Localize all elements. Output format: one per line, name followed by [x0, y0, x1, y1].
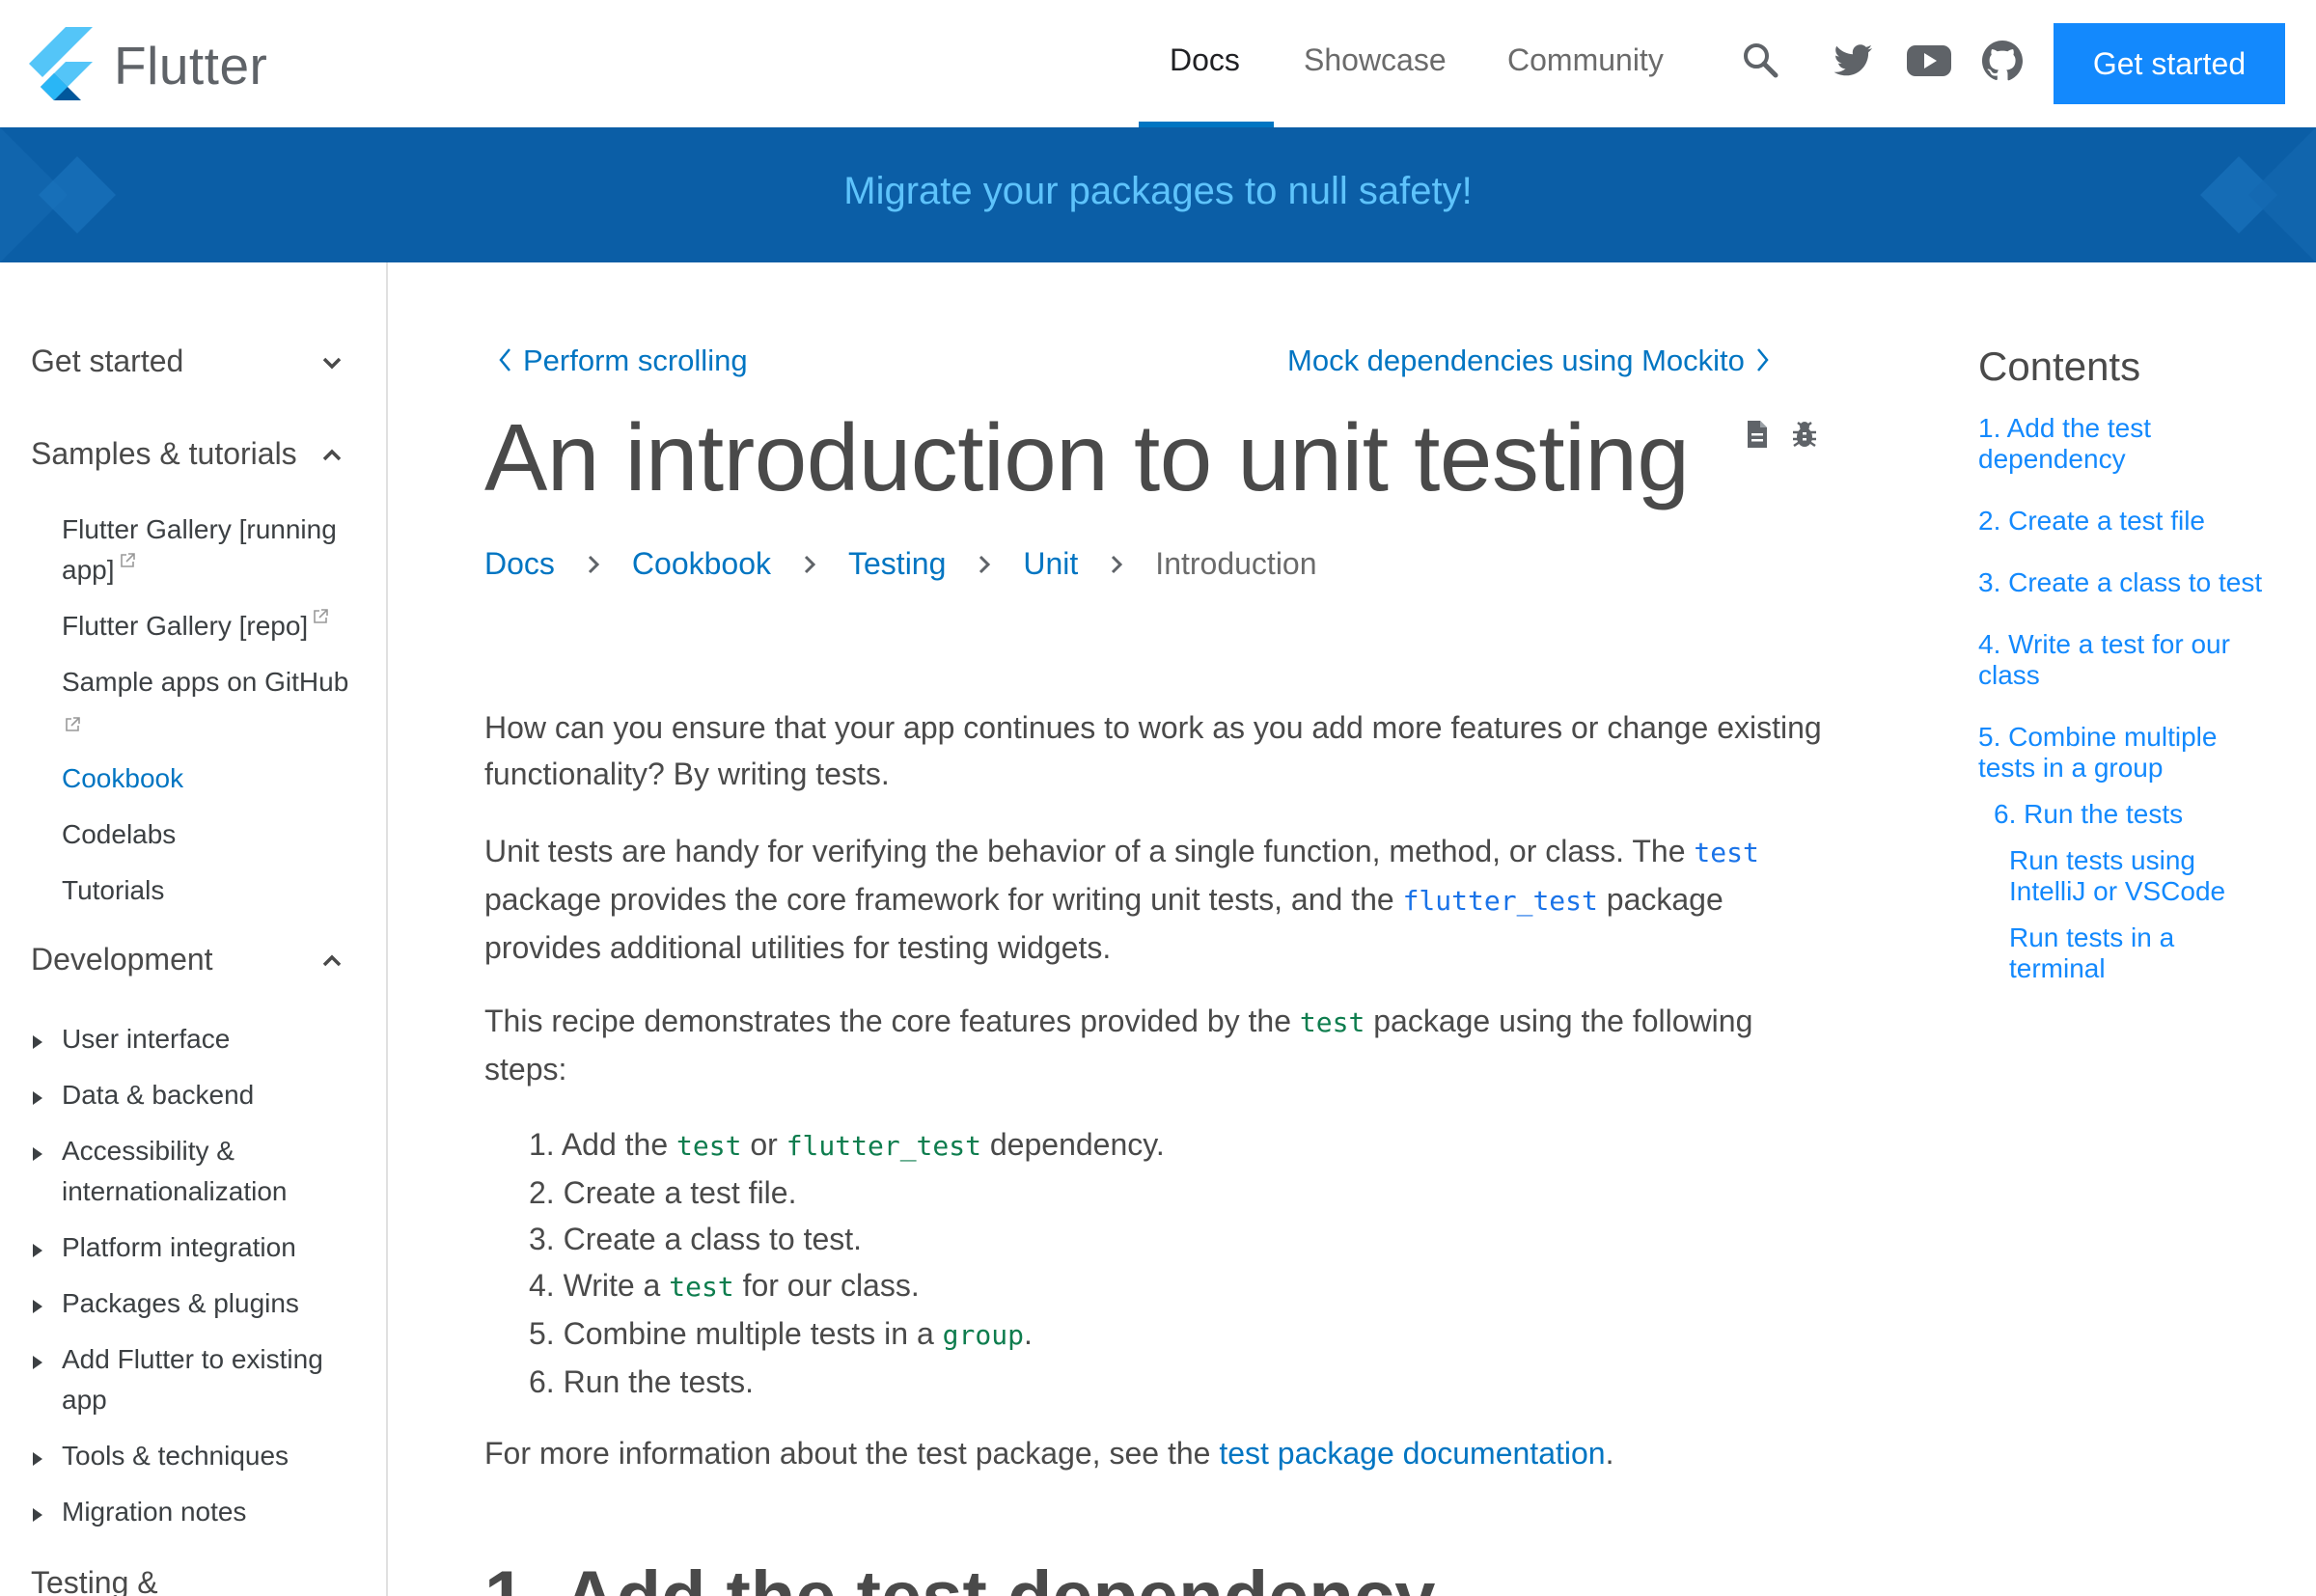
- toc-item-write-test[interactable]: 4. Write a test for our class: [1978, 629, 2268, 691]
- external-link-icon: [314, 608, 329, 623]
- sidebar-item-platform-integration[interactable]: Platform integration: [62, 1227, 361, 1268]
- code-flutter-test-link[interactable]: flutter_test: [1403, 885, 1598, 917]
- list-item: 5. Combine multiple tests in a group.: [529, 1316, 1033, 1351]
- code-test-link[interactable]: test: [1694, 837, 1758, 868]
- inline-code: group: [942, 1319, 1024, 1351]
- flutter-logo-icon[interactable]: [29, 27, 93, 100]
- sidebar-item-flutter-gallery-app[interactable]: Flutter Gallery [running app]: [62, 509, 361, 591]
- sidebar-item-tutorials[interactable]: Tutorials: [62, 870, 361, 911]
- sidebar-item-flutter-gallery-repo[interactable]: Flutter Gallery [repo]: [62, 606, 361, 647]
- sidebar-item-packages-plugins[interactable]: Packages & plugins: [62, 1283, 361, 1324]
- chevron-up-icon[interactable]: [318, 442, 345, 469]
- sidebar-item-migration-notes[interactable]: Migration notes: [62, 1492, 361, 1532]
- view-source-icon[interactable]: [1745, 419, 1770, 450]
- announcement-banner[interactable]: Migrate your packages to null safety!: [0, 127, 2316, 262]
- toc-item-create-class[interactable]: 3. Create a class to test: [1978, 567, 2268, 598]
- chevron-down-icon[interactable]: [318, 349, 345, 376]
- expand-arrow-icon[interactable]: [31, 1354, 44, 1371]
- chevron-right-icon: [1112, 555, 1123, 573]
- nav-docs[interactable]: Docs: [1170, 42, 1240, 78]
- chevron-right-icon: [804, 555, 816, 573]
- report-bug-icon[interactable]: [1789, 419, 1820, 450]
- expand-arrow-icon[interactable]: [31, 1298, 44, 1315]
- inline-code: flutter_test: [786, 1130, 981, 1162]
- chevron-left-icon: [499, 348, 510, 371]
- external-link-icon: [66, 716, 80, 731]
- sidebar-item-data-backend[interactable]: Data & backend: [62, 1075, 361, 1115]
- youtube-icon[interactable]: [1905, 37, 1953, 85]
- chevron-right-icon: [1756, 348, 1769, 371]
- github-icon[interactable]: [1978, 37, 2026, 85]
- sidebar-section-samples[interactable]: Samples & tutorials: [31, 436, 297, 472]
- steps-list: 1. Add the test or flutter_test dependen…: [529, 1121, 1165, 1405]
- breadcrumb-testing[interactable]: Testing: [848, 546, 946, 582]
- toc-item-create-test-file[interactable]: 2. Create a test file: [1978, 506, 2268, 537]
- list-item: 4. Write a test for our class.: [529, 1268, 920, 1303]
- page-actions: [1745, 419, 1820, 454]
- breadcrumb-cookbook[interactable]: Cookbook: [632, 546, 771, 582]
- breadcrumb-docs[interactable]: Docs: [484, 546, 555, 582]
- sidebar-item-codelabs[interactable]: Codelabs: [62, 814, 361, 855]
- inline-code: test: [1299, 1006, 1365, 1038]
- twitter-icon[interactable]: [1830, 37, 1878, 85]
- get-started-button[interactable]: Get started: [2054, 23, 2285, 104]
- sidebar-section-testing[interactable]: Testing &: [31, 1565, 158, 1596]
- sidebar-nav: Get started Samples & tutorials Flutter …: [0, 262, 388, 1596]
- list-item: 3. Create a class to test.: [529, 1222, 863, 1256]
- next-page-link[interactable]: Mock dependencies using Mockito: [1287, 344, 1772, 378]
- sidebar-item-user-interface[interactable]: User interface: [62, 1019, 361, 1059]
- breadcrumb-current: Introduction: [1155, 546, 1317, 581]
- sidebar-item-accessibility[interactable]: Accessibility & internationalization: [62, 1131, 361, 1212]
- sidebar-item-sample-apps-github[interactable]: Sample apps on GitHub: [62, 662, 361, 743]
- toc-title: Contents: [1978, 344, 2141, 389]
- sidebar-item-tools-techniques[interactable]: Tools & techniques: [62, 1436, 361, 1476]
- list-item: 1. Add the test or flutter_test dependen…: [529, 1127, 1165, 1162]
- expand-arrow-icon[interactable]: [31, 1506, 44, 1524]
- breadcrumb-unit[interactable]: Unit: [1023, 546, 1078, 582]
- external-link-icon: [120, 552, 135, 567]
- expand-arrow-icon[interactable]: [31, 1242, 44, 1259]
- prev-page-link[interactable]: Perform scrolling: [496, 344, 748, 378]
- inline-code: test: [676, 1130, 742, 1162]
- breadcrumb: Docs Cookbook Testing Unit Introduction: [484, 546, 1317, 582]
- list-item: 6. Run the tests.: [529, 1364, 755, 1399]
- site-header: Flutter Docs Showcase Community Get star…: [0, 0, 2316, 127]
- sidebar-item-add-to-app[interactable]: Add Flutter to existing app: [62, 1339, 361, 1420]
- inline-code: test: [669, 1271, 734, 1303]
- expand-arrow-icon[interactable]: [31, 1089, 44, 1107]
- more-info-paragraph: For more information about the test pack…: [484, 1436, 1614, 1471]
- toc-item-run-terminal[interactable]: Run tests in a terminal: [2009, 922, 2202, 984]
- section-heading: 1. Add the test dependency: [484, 1555, 1435, 1596]
- recipe-paragraph: This recipe demonstrates the core featur…: [484, 1004, 1753, 1087]
- page-title: An introduction to unit testing: [484, 404, 1690, 510]
- sidebar-item-cookbook[interactable]: Cookbook: [62, 758, 361, 799]
- list-item: 2. Create a test file.: [529, 1175, 797, 1210]
- toc-item-run-tests[interactable]: 6. Run the tests: [1994, 799, 2283, 830]
- toc-item-add-dependency[interactable]: 1. Add the test dependency: [1978, 413, 2268, 475]
- intro-paragraph: How can you ensure that your app continu…: [484, 710, 1822, 791]
- expand-arrow-icon[interactable]: [31, 1450, 44, 1468]
- unit-tests-paragraph: Unit tests are handy for verifying the b…: [484, 834, 1759, 965]
- test-package-docs-link[interactable]: test package documentation: [1219, 1436, 1605, 1471]
- banner-text[interactable]: Migrate your packages to null safety!: [0, 170, 2316, 213]
- chevron-right-icon: [588, 555, 600, 573]
- logo-text[interactable]: Flutter: [114, 35, 267, 96]
- nav-showcase[interactable]: Showcase: [1304, 42, 1447, 78]
- toc-item-run-ide[interactable]: Run tests using IntelliJ or VSCode: [2009, 845, 2260, 907]
- sidebar-section-development[interactable]: Development: [31, 942, 213, 977]
- toc-item-combine-tests[interactable]: 5. Combine multiple tests in a group: [1978, 722, 2268, 784]
- expand-arrow-icon[interactable]: [31, 1033, 44, 1051]
- sidebar-section-get-started[interactable]: Get started: [31, 344, 183, 379]
- nav-community[interactable]: Community: [1507, 42, 1664, 78]
- expand-arrow-icon[interactable]: [31, 1145, 44, 1163]
- chevron-up-icon[interactable]: [318, 948, 345, 975]
- search-icon[interactable]: [1737, 37, 1785, 85]
- chevron-right-icon: [979, 555, 991, 573]
